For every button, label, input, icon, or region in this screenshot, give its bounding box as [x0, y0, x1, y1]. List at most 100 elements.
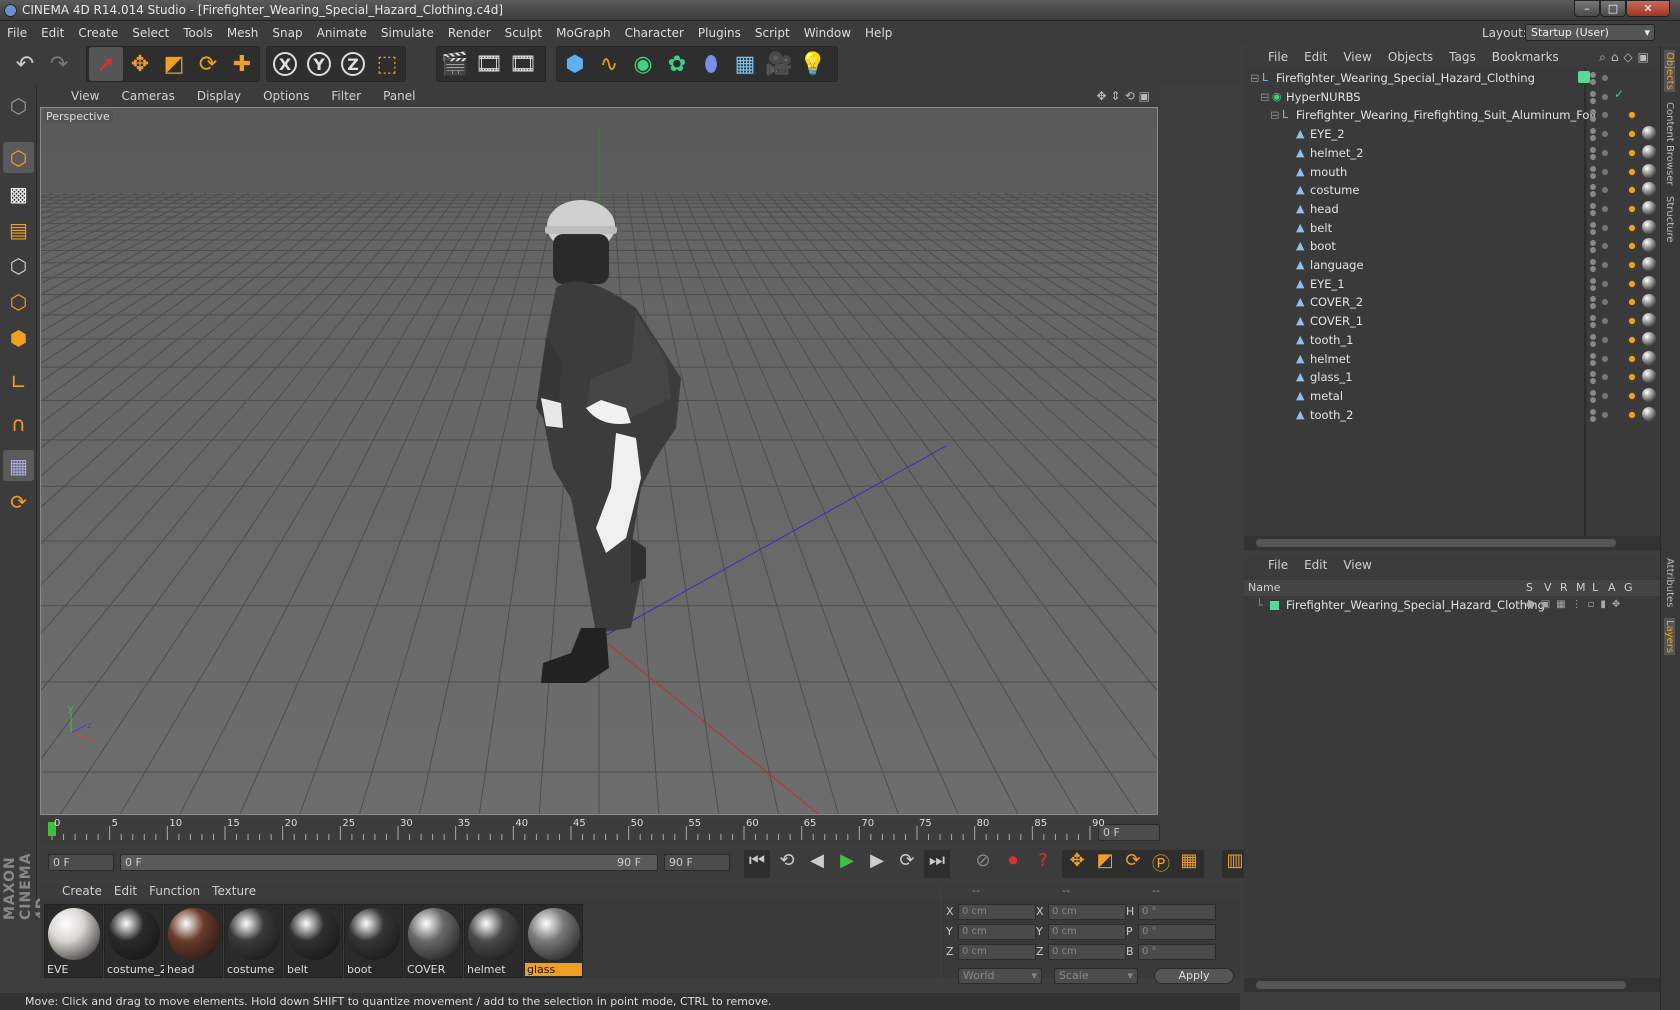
visibility-editor-dot[interactable]	[1590, 408, 1596, 415]
object-row[interactable]: ▲ metal	[1244, 386, 1584, 406]
object-manager-icons[interactable]: ⌕⌂◇▣	[1599, 46, 1654, 68]
phong-tag-icon[interactable]	[1624, 294, 1640, 311]
coord-value-field[interactable]: 0 °	[1138, 904, 1216, 920]
viewport-menu-options[interactable]: Options	[252, 86, 320, 107]
phong-tag-icon[interactable]	[1624, 182, 1640, 199]
phong-tag-icon[interactable]	[1624, 126, 1640, 143]
phong-tag-icon[interactable]	[1624, 257, 1640, 273]
visibility-render-dot[interactable]	[1590, 247, 1596, 254]
points-mode-button[interactable]: ⬡	[3, 250, 34, 281]
visibility-render-dot[interactable]	[1590, 378, 1596, 385]
key-rotation-button[interactable]: ⟳	[1120, 850, 1146, 878]
object-row[interactable]: ▲ tooth_2	[1244, 405, 1584, 425]
visibility-editor-dot[interactable]	[1590, 240, 1596, 247]
material-tag-icon[interactable]	[1642, 182, 1656, 197]
enable-toggle-icon[interactable]	[1602, 112, 1608, 119]
material-swatch[interactable]: boot	[344, 904, 403, 978]
object-row[interactable]: ▲ costume	[1244, 180, 1584, 200]
key-scale-button[interactable]: ◩	[1092, 850, 1118, 878]
layer-row[interactable]: └ Firefighter_Wearing_Special_Hazard_Clo…	[1244, 596, 1660, 614]
visibility-editor-dot[interactable]	[1590, 72, 1596, 78]
check-icon[interactable]: ✓	[1614, 87, 1624, 101]
material-tag-icon[interactable]	[1642, 219, 1656, 234]
coord-value-field[interactable]: 0 cm	[958, 904, 1036, 920]
make-editable-button[interactable]: ⬡	[3, 90, 34, 121]
object-row[interactable]: ▲ glass_1	[1244, 367, 1584, 387]
layer-color-tag[interactable]	[1578, 71, 1590, 83]
enable-toggle-icon[interactable]	[1602, 262, 1608, 268]
enable-toggle-icon[interactable]	[1602, 131, 1608, 138]
object-menu-file[interactable]: File	[1260, 46, 1296, 68]
visibility-render-dot[interactable]	[1590, 284, 1596, 291]
visibility-render-dot[interactable]	[1590, 322, 1596, 329]
layer-menu-edit[interactable]: Edit	[1296, 554, 1335, 576]
menu-simulate[interactable]: Simulate	[374, 22, 441, 44]
enable-toggle-icon[interactable]	[1602, 318, 1608, 325]
object-menu-objects[interactable]: Objects	[1380, 46, 1441, 68]
viewport-nav-icons[interactable]: ✥⇕⟲▣	[1096, 86, 1154, 107]
visibility-render-dot[interactable]	[1590, 135, 1596, 142]
object-row[interactable]: ▲ mouth	[1244, 162, 1584, 182]
visibility-editor-dot[interactable]	[1590, 259, 1596, 265]
expand-toggle-icon[interactable]: ⊟	[1250, 68, 1260, 88]
coord-value-field[interactable]: 0 °	[1138, 924, 1216, 940]
visibility-editor-dot[interactable]	[1590, 184, 1596, 191]
next-frame-button[interactable]: ▶	[864, 850, 890, 878]
material-tag-icon[interactable]	[1642, 406, 1656, 421]
material-tag-icon[interactable]	[1642, 275, 1656, 290]
apply-button[interactable]: Apply	[1154, 968, 1234, 984]
frame-range-slider[interactable]: 0 F 90 F	[120, 854, 658, 871]
coord-value-field[interactable]: 0 cm	[958, 944, 1036, 960]
timeline[interactable]: 0 F 0 5 10 15 20 25 30 35 40 45 50 55 60 65 70 75 80 85 90	[40, 818, 1160, 846]
render-view-button[interactable]: 🎬	[438, 47, 472, 81]
material-swatch[interactable]: EVE	[44, 904, 103, 978]
y-axis-button[interactable]: Y	[302, 47, 336, 81]
menu-sculpt[interactable]: Sculpt	[498, 22, 549, 44]
undo-button[interactable]: ↶	[8, 47, 42, 81]
object-row[interactable]: ▲ head	[1244, 199, 1584, 219]
enable-toggle-icon[interactable]	[1602, 243, 1608, 250]
visibility-editor-dot[interactable]	[1590, 128, 1596, 135]
phong-tag-icon[interactable]	[1624, 144, 1640, 161]
visibility-render-dot[interactable]	[1590, 228, 1596, 235]
layer-color-swatch[interactable]	[1270, 601, 1279, 610]
visibility-editor-dot[interactable]	[1590, 296, 1596, 303]
play-button[interactable]: ▶	[834, 850, 860, 878]
object-row[interactable]: ▲ EYE_2	[1244, 124, 1584, 144]
material-swatch[interactable]: COVER	[404, 904, 463, 978]
key-pla-button[interactable]: ▦	[1176, 850, 1202, 878]
go-to-end-button[interactable]: ⏭	[924, 850, 950, 878]
material-tag-icon[interactable]	[1642, 163, 1656, 178]
object-row[interactable]: ▲ COVER_1	[1244, 311, 1584, 331]
recent-tool-button[interactable]: ✚	[225, 47, 259, 81]
enable-toggle-icon[interactable]	[1602, 205, 1608, 212]
phong-tag-icon[interactable]	[1624, 219, 1640, 236]
expand-toggle-icon[interactable]: ⊟	[1260, 87, 1270, 107]
visibility-render-dot[interactable]	[1590, 359, 1596, 366]
tab-content-browser[interactable]: Content Browser	[1664, 102, 1675, 185]
object-row[interactable]: ▲ helmet	[1244, 349, 1584, 369]
layer-menu-view[interactable]: View	[1335, 554, 1379, 576]
menu-snap[interactable]: Snap	[265, 22, 309, 44]
add-deformer-button[interactable]: ⬮	[694, 47, 728, 81]
material-swatch[interactable]: head	[164, 904, 223, 978]
visibility-render-dot[interactable]	[1590, 266, 1596, 272]
menu-tools[interactable]: Tools	[176, 22, 220, 44]
material-tag-icon[interactable]	[1642, 313, 1656, 328]
expand-toggle-icon[interactable]: ⊟	[1270, 105, 1280, 125]
material-tag-icon[interactable]	[1642, 387, 1656, 402]
key-parameter-button[interactable]: Ⓟ	[1148, 850, 1174, 878]
visibility-editor-dot[interactable]	[1590, 221, 1596, 228]
phong-tag-icon[interactable]	[1624, 275, 1640, 292]
material-tag-icon[interactable]	[1642, 369, 1656, 384]
visibility-render-dot[interactable]	[1590, 396, 1596, 403]
material-menu-edit[interactable]: Edit	[108, 882, 143, 900]
material-tag-icon[interactable]	[1642, 331, 1656, 346]
object-row[interactable]: ⊟ Ⅼ Firefighter_Wearing_Special_Hazard_Clo…	[1244, 68, 1584, 88]
polygons-mode-button[interactable]: ⬢	[3, 322, 34, 353]
visibility-editor-dot[interactable]	[1590, 333, 1596, 340]
viewport-menu-cameras[interactable]: Cameras	[110, 86, 185, 107]
object-row[interactable]: ▲ language	[1244, 255, 1584, 275]
scrollbar-thumb[interactable]	[1256, 981, 1626, 989]
tab-layers[interactable]: Layers	[1664, 618, 1675, 656]
